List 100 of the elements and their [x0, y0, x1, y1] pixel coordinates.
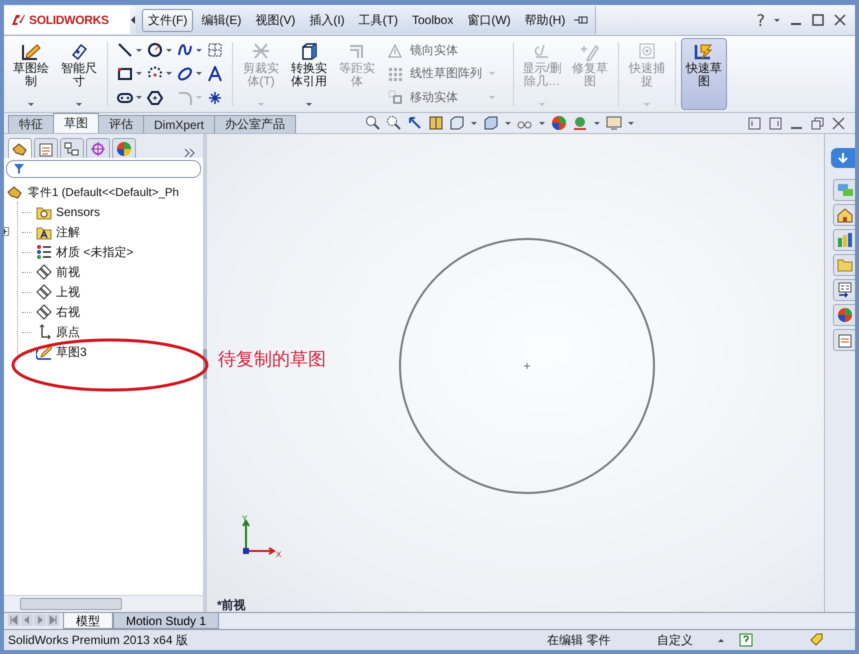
- ellipse-icon: [177, 66, 193, 82]
- ribbon-button[interactable]: 草图绘制: [8, 38, 54, 110]
- view-palette-icon: [836, 282, 852, 298]
- material-icon: [36, 244, 52, 260]
- library-icon: [836, 232, 852, 248]
- caret-icon[interactable]: [135, 71, 143, 76]
- tree-item[interactable]: 原点: [56, 324, 80, 340]
- menu-item[interactable]: 帮助(H): [518, 8, 572, 32]
- zoom-area-icon[interactable]: [386, 115, 402, 131]
- section-view-icon[interactable]: [428, 115, 444, 131]
- help-button[interactable]: ?: [756, 10, 765, 30]
- task-pane-toggle[interactable]: [831, 148, 855, 168]
- grid-icon: [207, 42, 223, 58]
- chat-bubbles-icon: [836, 182, 852, 198]
- mirror-icon: [388, 44, 402, 58]
- tree-item[interactable]: 材质 <未指定>: [56, 244, 134, 260]
- tree-item[interactable]: Sensors: [56, 205, 100, 219]
- tree-item[interactable]: 上视: [56, 284, 80, 300]
- tree-item[interactable]: 草图3: [56, 344, 87, 360]
- tree-item[interactable]: 零件1 (Default<<Default>_Ph: [28, 184, 179, 200]
- close-icon[interactable]: [833, 13, 847, 27]
- text-icon: [207, 66, 223, 82]
- double-chevron-icon[interactable]: [184, 148, 195, 158]
- command-tab[interactable]: DimXpert: [143, 115, 216, 133]
- task-pane-tab[interactable]: [833, 329, 855, 351]
- tag-icon[interactable]: [809, 632, 825, 648]
- axis-label: Y: [242, 514, 248, 523]
- close-icon[interactable]: [832, 116, 845, 130]
- task-pane-tab[interactable]: [833, 279, 855, 301]
- caret-icon[interactable]: [165, 48, 173, 53]
- menu-item[interactable]: 视图(V): [249, 8, 302, 32]
- menu-item[interactable]: 编辑(E): [195, 8, 248, 32]
- polygon-icon: [147, 90, 163, 106]
- caret-icon[interactable]: [538, 120, 546, 126]
- caret-icon[interactable]: [195, 48, 203, 53]
- task-pane-tab[interactable]: [833, 229, 855, 251]
- command-tab[interactable]: 特征: [8, 115, 54, 133]
- tree-item[interactable]: 右视: [56, 304, 80, 320]
- caret-up-icon[interactable]: [717, 638, 725, 642]
- menu-item[interactable]: Toolbox: [406, 10, 460, 30]
- plane-icon: [36, 284, 52, 300]
- appearance-icon: [836, 307, 852, 323]
- menu-item[interactable]: 插入(I): [303, 8, 351, 32]
- tree-item[interactable]: 注解: [56, 224, 80, 240]
- command-tab[interactable]: 评估: [98, 115, 144, 133]
- caret-icon[interactable]: [75, 102, 83, 107]
- menu-item[interactable]: 工具(T): [352, 8, 404, 32]
- caret-icon[interactable]: [165, 71, 173, 76]
- plane-icon: [36, 264, 52, 280]
- caret-icon[interactable]: [773, 18, 781, 22]
- caret-icon[interactable]: [195, 71, 203, 76]
- tree-item[interactable]: 前视: [56, 264, 80, 280]
- caret-icon[interactable]: [470, 120, 478, 126]
- caret-icon[interactable]: [593, 120, 602, 126]
- sketch-icon: [36, 344, 52, 360]
- caret-icon[interactable]: [627, 120, 636, 126]
- previous-view-icon[interactable]: [407, 115, 424, 131]
- filter-icon: [13, 163, 25, 175]
- menu-item[interactable]: 窗口(W): [461, 8, 517, 32]
- axis-label: X: [276, 550, 282, 559]
- custom-properties-icon: [836, 332, 852, 348]
- tile-left-icon[interactable]: [748, 116, 761, 130]
- ds-logo-icon: [10, 13, 26, 27]
- units-menu[interactable]: 自定义: [657, 632, 717, 648]
- zoom-fit-icon[interactable]: [365, 115, 382, 131]
- maximize-icon[interactable]: [811, 13, 825, 27]
- part-icon[interactable]: [6, 184, 24, 200]
- caret-icon[interactable]: [305, 102, 313, 107]
- triangle-left-icon[interactable]: [130, 15, 136, 25]
- appearance-icon[interactable]: [551, 115, 568, 131]
- caret-icon[interactable]: [504, 120, 512, 126]
- horizontal-scrollbar[interactable]: [4, 595, 203, 612]
- app-logo: SOLIDWORKS: [29, 13, 109, 27]
- home-icon: [836, 207, 852, 223]
- fillet-icon: [177, 90, 193, 106]
- bottom-tab[interactable]: 模型: [63, 613, 113, 629]
- tile-right-icon[interactable]: [769, 116, 782, 130]
- display-style-icon[interactable]: [483, 115, 500, 131]
- help-icon[interactable]: [739, 633, 753, 647]
- restore-icon[interactable]: [811, 116, 824, 130]
- filter-field[interactable]: [6, 160, 201, 178]
- menu-item[interactable]: 文件(F): [142, 8, 194, 32]
- caret-icon[interactable]: [135, 95, 143, 100]
- task-pane-tab[interactable]: [833, 304, 855, 326]
- command-tab[interactable]: 办公室产品: [214, 115, 296, 133]
- ribbon-button[interactable]: 快速草图: [681, 38, 727, 110]
- monitor-icon[interactable]: [606, 115, 622, 131]
- caret-icon[interactable]: [135, 48, 143, 53]
- task-pane-tab[interactable]: [833, 204, 855, 226]
- view-orientation-icon[interactable]: [449, 115, 466, 131]
- command-tab[interactable]: 草图: [53, 113, 99, 133]
- plane-icon: [36, 304, 52, 320]
- bottom-tab[interactable]: Motion Study 1: [113, 613, 220, 629]
- ribbon-button[interactable]: 智能尺寸: [56, 38, 102, 110]
- ribbon-button[interactable]: 转换实体引用: [286, 38, 332, 110]
- folder-icon: [836, 257, 852, 273]
- caret-icon[interactable]: [27, 102, 35, 107]
- scene-icon[interactable]: [572, 115, 588, 131]
- view-label: *前视: [217, 597, 246, 612]
- status-text: 在编辑 零件: [547, 632, 612, 648]
